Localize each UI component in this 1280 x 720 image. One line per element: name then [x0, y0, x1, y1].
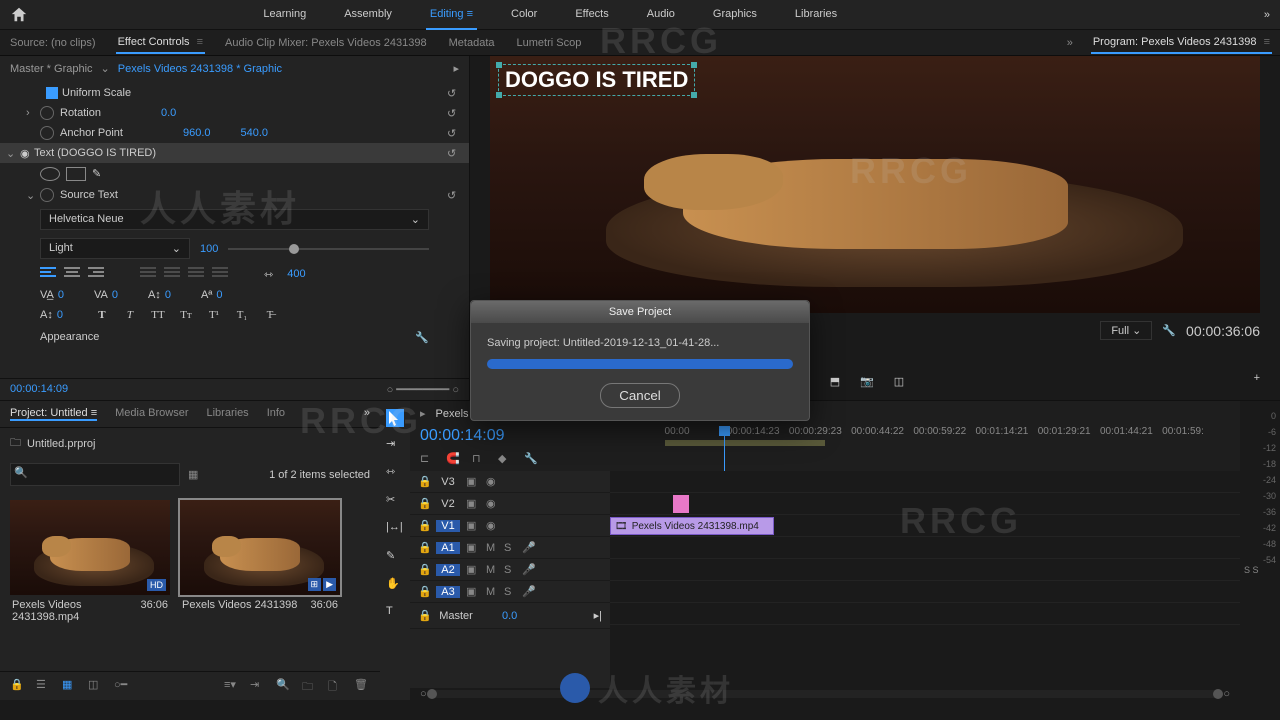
dialog-title: Save Project	[471, 301, 809, 323]
cancel-button[interactable]: Cancel	[600, 383, 680, 408]
dialog-message: Saving project: Untitled-2019-12-13_01-4…	[487, 337, 793, 349]
progress-bar	[487, 359, 793, 369]
dialog-overlay: Save Project Saving project: Untitled-20…	[0, 0, 1280, 720]
save-project-dialog: Save Project Saving project: Untitled-20…	[470, 300, 810, 421]
